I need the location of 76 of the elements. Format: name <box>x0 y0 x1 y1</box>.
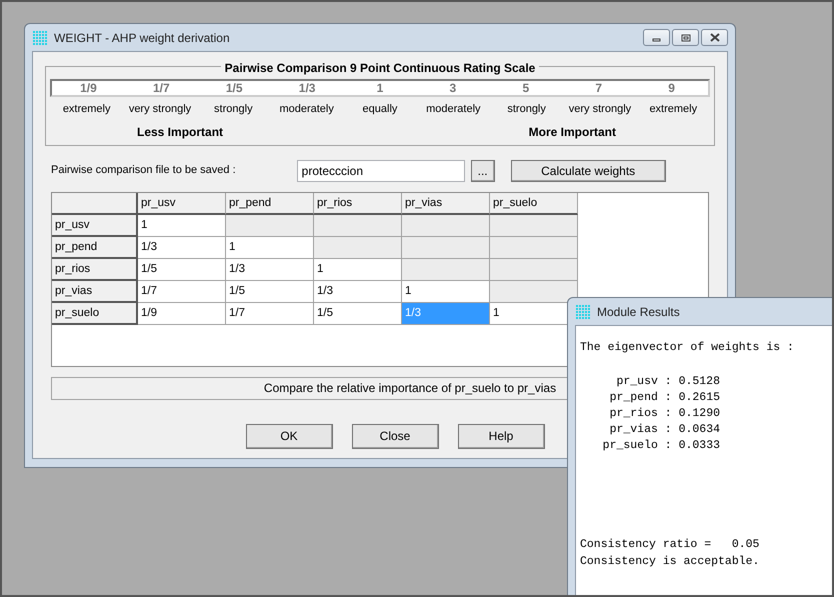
matrix-cell[interactable] <box>402 258 490 280</box>
matrix-cell[interactable] <box>402 236 490 258</box>
matrix-cell[interactable] <box>490 258 578 280</box>
file-label: Pairwise comparison file to be saved : <box>51 163 236 178</box>
scale-value: 7 <box>594 81 604 95</box>
matrix-cell[interactable] <box>490 214 578 236</box>
dialog-button[interactable]: Help <box>458 424 544 448</box>
column-header: pr_rios <box>314 192 402 214</box>
weight-line: pr_rios : 0.1290 <box>608 406 720 422</box>
scale-label: very strongly <box>568 103 632 115</box>
scale-value: 1/9 <box>79 81 98 95</box>
minimize-button[interactable] <box>643 29 670 46</box>
more-important-label: More Important <box>528 124 616 138</box>
scale-label: strongly <box>214 103 253 115</box>
matrix-cell[interactable]: 1/3 <box>226 258 314 280</box>
results-heading: The eigenvector of weights is : <box>580 340 795 356</box>
weight-line: pr_vias : 0.0634 <box>608 422 720 438</box>
restore-icon <box>678 33 692 42</box>
column-header: pr_vias <box>402 192 490 214</box>
column-header: pr_usv <box>138 192 226 214</box>
scale-value: 5 <box>521 81 530 95</box>
scale-label: moderately <box>279 103 334 115</box>
row-header: pr_suelo <box>52 302 138 324</box>
matrix-cell[interactable]: 1/3 <box>314 280 402 302</box>
matrix-cell[interactable] <box>402 214 490 236</box>
matrix-cell[interactable] <box>314 214 402 236</box>
scale-value: 1 <box>376 81 384 95</box>
matrix-cell[interactable] <box>490 236 578 258</box>
matrix-cell[interactable]: 1 <box>314 258 402 280</box>
column-header: pr_suelo <box>490 192 578 214</box>
less-important-label: Less Important <box>137 124 224 138</box>
matrix-cell[interactable] <box>314 236 402 258</box>
app-icon <box>32 30 48 46</box>
result-line: Consistency ratio = 0.05 <box>580 538 760 551</box>
matrix-cell[interactable]: 1 <box>226 236 314 258</box>
matrix-cell[interactable]: 1/5 <box>314 302 402 324</box>
window-title: WEIGHT - AHP weight derivation <box>54 30 230 46</box>
close-icon <box>708 33 722 42</box>
scale-label: equally <box>362 103 398 115</box>
group-title: Pairwise Comparison 9 Point Continuous Rating Scale <box>220 61 540 75</box>
dialog-button[interactable]: Close <box>352 424 438 448</box>
matrix-cell[interactable]: 1 <box>402 280 490 302</box>
scale-value: 1/7 <box>152 81 171 95</box>
scale-value: 1/5 <box>224 81 244 95</box>
dialog-button[interactable]: OK <box>246 424 332 448</box>
matrix-cell[interactable]: 1/9 <box>138 302 226 324</box>
scale-label: moderately <box>426 103 481 115</box>
browse-button[interactable]: ... <box>470 160 495 182</box>
scale-label: extremely <box>62 103 110 115</box>
scale-value: 1/3 <box>298 81 316 95</box>
maximize-button[interactable] <box>672 29 699 46</box>
result-line: Consistency is acceptable. <box>580 555 760 568</box>
row-header: pr_rios <box>52 258 138 280</box>
row-header: pr_pend <box>52 236 138 258</box>
scale-label: strongly <box>507 103 546 115</box>
matrix-cell[interactable]: 1/3 <box>138 236 226 258</box>
matrix-cell[interactable]: 1 <box>138 214 226 236</box>
weight-line: pr_suelo : 0.0333 <box>602 438 720 454</box>
scale-value: 9 <box>667 81 676 95</box>
scale-label: very strongly <box>128 103 192 115</box>
scale-label: extremely <box>649 103 698 115</box>
file-name-field[interactable]: protecccion <box>296 160 465 182</box>
app-icon <box>575 304 591 320</box>
calculate-weights-button[interactable]: Calculate weights <box>510 160 666 182</box>
window-title: Module Results <box>597 304 680 320</box>
row-header: pr_vias <box>52 280 138 302</box>
close-button[interactable] <box>701 29 728 46</box>
matrix-cell[interactable] <box>490 280 578 302</box>
matrix-cell[interactable]: 1/5 <box>226 280 314 302</box>
column-header: pr_pend <box>226 192 314 214</box>
matrix-cell[interactable]: 1/5 <box>138 258 226 280</box>
matrix-cell[interactable] <box>226 214 314 236</box>
matrix-cell[interactable]: 1/7 <box>226 302 314 324</box>
row-header: pr_usv <box>52 214 138 236</box>
scale-value: 3 <box>448 81 458 95</box>
matrix-cell[interactable]: 1/7 <box>138 280 226 302</box>
